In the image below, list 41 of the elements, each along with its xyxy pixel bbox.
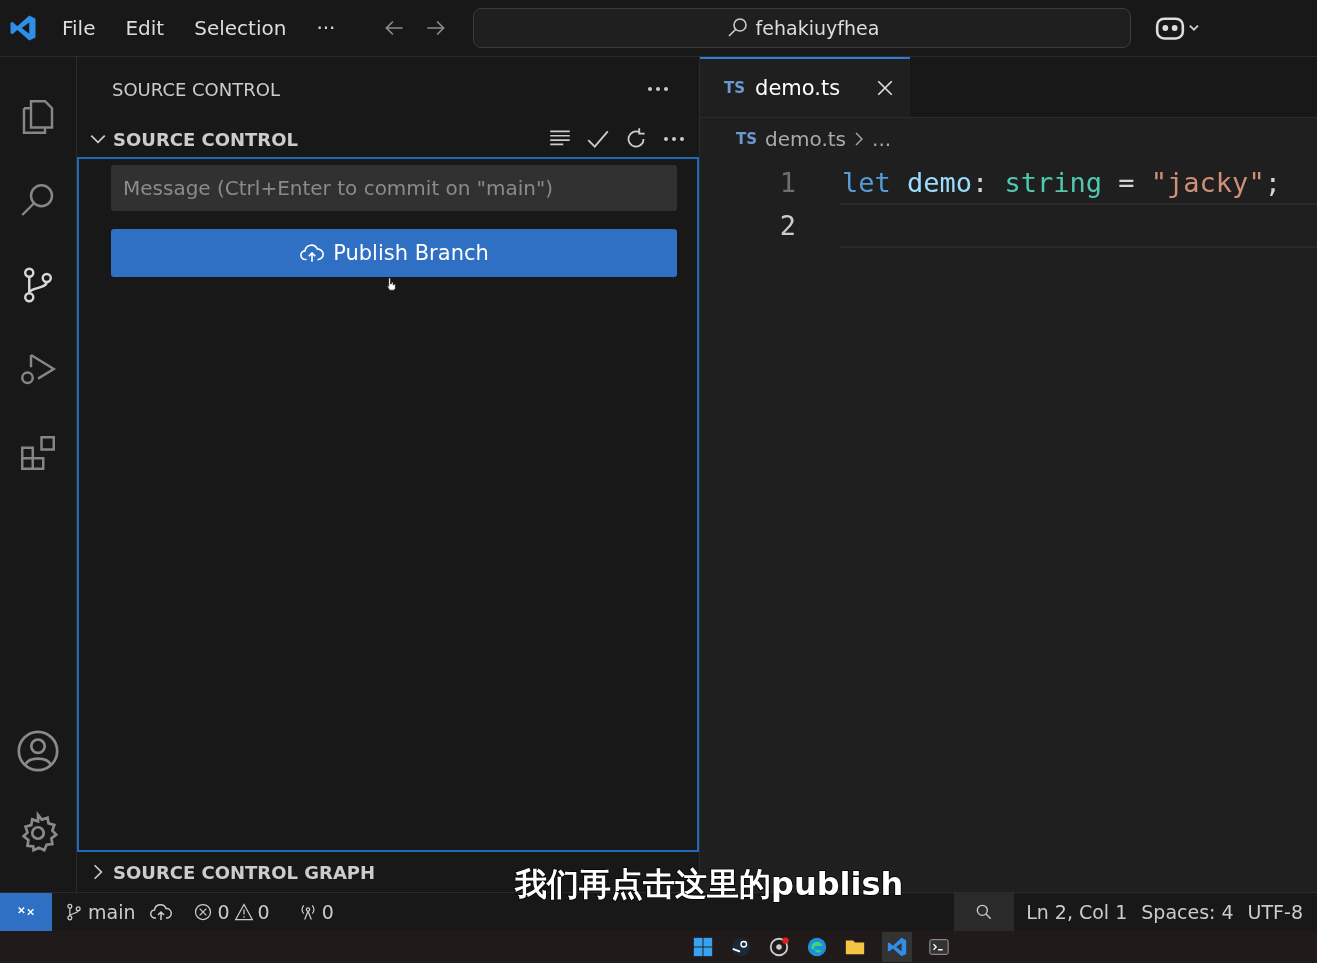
section-header[interactable]: SOURCE CONTROL GRAPH (77, 852, 380, 892)
more-icon[interactable] (661, 135, 687, 143)
ports-status[interactable]: 0 (297, 901, 334, 923)
video-caption: 我们再点击这里的publish (515, 864, 904, 905)
menu-item[interactable]: Selection (194, 16, 287, 40)
commit-message-field[interactable]: Message (Ctrl+Enter to commit on "main") (111, 165, 677, 211)
editor-tab[interactable]: TS demo.ts (700, 57, 910, 117)
line-number: 2 (778, 210, 797, 241)
section-header[interactable]: SOURCE CONTROL (77, 121, 699, 157)
file-type-label: TS (736, 130, 758, 148)
encoding-status[interactable]: UTF-8 (1247, 901, 1303, 923)
line-number: 1 (778, 167, 797, 198)
browser-icon[interactable] (806, 936, 828, 958)
indentation-status[interactable]: Spaces: 4 (1141, 901, 1234, 923)
app-icon[interactable] (768, 936, 790, 958)
branch-icon (64, 902, 84, 922)
app-logo-icon[interactable] (8, 13, 38, 43)
steam-icon[interactable] (730, 936, 752, 958)
breadcrumb-item[interactable]: ... (872, 127, 892, 151)
menu-item[interactable]: File (62, 16, 96, 40)
command-center[interactable]: fehakiuyfhea (473, 8, 1132, 48)
hand-cursor-icon (385, 277, 396, 291)
code-line: let demo: string = "jacky"; (842, 167, 1281, 198)
close-icon[interactable] (876, 79, 894, 97)
more-icon[interactable] (645, 85, 671, 93)
cursor-position[interactable]: Ln 2, Col 1 (1026, 901, 1128, 923)
panel-title: SOURCE CONTROL (112, 78, 280, 100)
windows-start-icon[interactable] (692, 936, 714, 958)
menu-item[interactable]: ··· (316, 16, 336, 40)
terminal-icon[interactable] (928, 936, 950, 958)
chevron-icon (854, 131, 865, 147)
branch-status[interactable]: main (64, 901, 136, 923)
warning-icon (233, 902, 254, 922)
menu-item[interactable]: Edit (125, 16, 165, 40)
problems-status[interactable]: 0 0 (193, 901, 270, 923)
breadcrumb-item[interactable]: demo.ts (765, 127, 847, 151)
app-logo-icon[interactable] (886, 936, 908, 958)
error-icon (193, 902, 214, 922)
zoom-button[interactable] (954, 893, 1015, 931)
publish-branch-button[interactable]: Publish Branch (111, 229, 677, 277)
account-icon[interactable] (15, 728, 61, 774)
